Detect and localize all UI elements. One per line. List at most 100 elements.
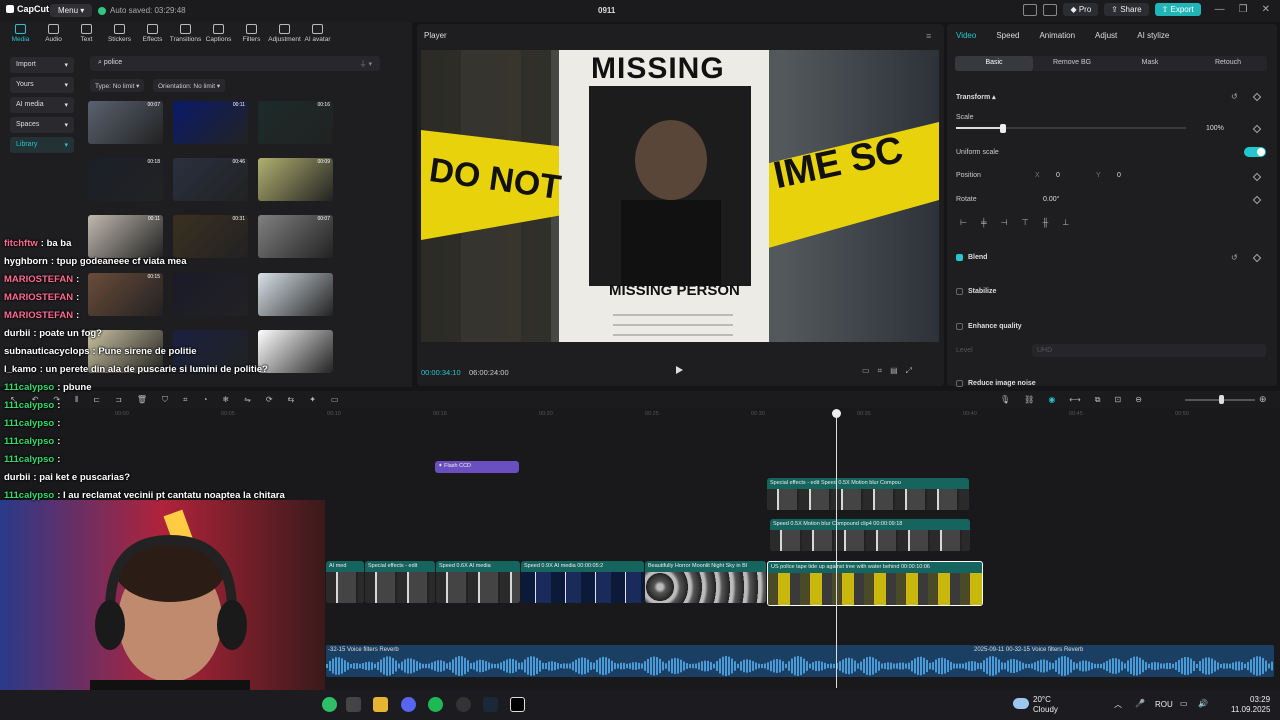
mic-tray-icon[interactable]: 🎤 <box>1135 699 1145 708</box>
share-button[interactable]: ⇪ Share <box>1104 3 1149 16</box>
layout-icon[interactable] <box>1023 3 1038 16</box>
tab-ai-stylize[interactable]: AI stylize <box>1137 31 1169 40</box>
freeze-icon[interactable]: ❄ <box>222 395 229 405</box>
shield-icon[interactable]: ⛉ <box>162 395 168 405</box>
align-right-icon[interactable]: ⊣ <box>1001 218 1008 227</box>
subtab-basic[interactable]: Basic <box>955 56 1033 71</box>
playhead-handle[interactable] <box>832 409 841 418</box>
tab-animation[interactable]: Animation <box>1039 31 1075 40</box>
fit-icon[interactable]: ⊡ <box>1114 395 1121 405</box>
crop-icon[interactable]: ⌗ <box>878 366 883 376</box>
tool-adjustment[interactable]: Adjustment <box>268 24 301 43</box>
subtab-mask[interactable]: Mask <box>1111 56 1189 71</box>
media-thumbnail[interactable]: 00:11 <box>88 215 163 258</box>
subtab-retouch[interactable]: Retouch <box>1189 56 1267 71</box>
align-middle-icon[interactable]: ╫ <box>1043 218 1049 227</box>
quality-icon[interactable]: ▤ <box>890 366 898 376</box>
main-clip-selected[interactable]: US police tape tide up against tree with… <box>767 561 983 606</box>
main-clip[interactable]: Beautifully Horror Moonlit Night Sky in … <box>645 561 766 603</box>
volume-icon[interactable]: 🔊 <box>1198 699 1208 708</box>
tab-video[interactable]: Video <box>956 31 976 40</box>
pos-x-input[interactable]: 0 <box>1056 172 1060 179</box>
discord-icon[interactable] <box>401 697 416 712</box>
align-bottom-icon[interactable]: ⊥ <box>1062 218 1069 227</box>
audio-track[interactable]: -32-15 Voice filters Reverb 2025-09-11 0… <box>326 645 1274 677</box>
tab-adjust[interactable]: Adjust <box>1095 31 1117 40</box>
tool-text[interactable]: Text <box>70 24 103 43</box>
main-clip[interactable]: Speed 0.6X AI media <box>436 561 520 603</box>
ratio-icon[interactable]: ▭ <box>862 366 870 376</box>
fullscreen-icon[interactable]: ⤢ <box>906 366 912 376</box>
shortcuts-icon[interactable] <box>1043 3 1058 16</box>
reduce-noise-checkbox[interactable] <box>956 380 963 387</box>
pro-button[interactable]: ◆ Pro <box>1063 3 1099 16</box>
media-thumbnail[interactable] <box>258 330 333 373</box>
tool-stickers[interactable]: Stickers <box>103 24 136 43</box>
filter-icon[interactable]: ⏚ ▾ <box>360 59 372 69</box>
zoom-slider-handle[interactable] <box>1219 395 1224 404</box>
chevron-up-icon[interactable]: ︿ <box>1114 699 1122 710</box>
folder-icon[interactable] <box>373 697 388 712</box>
split-left-icon[interactable]: ⊏ <box>93 395 100 405</box>
link-icon[interactable]: ⛓ <box>1024 395 1034 405</box>
search-input[interactable]: ⌕ police ⏚ ▾ <box>90 56 380 71</box>
tool-effects[interactable]: Effects <box>136 24 169 43</box>
media-thumbnail[interactable]: 00:18 <box>88 158 163 201</box>
sidenav-item-import[interactable]: Import ▾ <box>10 57 74 73</box>
transform-label[interactable]: Transform ▴ <box>956 93 996 101</box>
media-thumbnail[interactable]: 00:07 <box>88 101 163 144</box>
sidenav-item-yours[interactable]: Yours ▾ <box>10 77 74 93</box>
steam-icon[interactable] <box>483 697 498 712</box>
sidenav-item-ai-media[interactable]: AI media ▾ <box>10 97 74 113</box>
tool-media[interactable]: Media <box>4 24 37 43</box>
rotate-tool-icon[interactable]: ⟳ <box>266 395 273 405</box>
mirror-icon[interactable]: ⇋ <box>244 395 251 405</box>
tool-filters[interactable]: Filters <box>235 24 268 43</box>
blend-checkbox[interactable] <box>956 254 963 261</box>
compound-clip-upper2[interactable]: Speed 0.5X Motion blur Compound clip4 00… <box>770 519 970 551</box>
split-icon[interactable]: ⫴ <box>75 395 78 405</box>
tool-transitions[interactable]: Transitions <box>169 24 202 43</box>
project-title[interactable]: 0911 <box>598 6 615 15</box>
weather-temp[interactable]: 20°C <box>1033 695 1051 704</box>
magnet-icon[interactable]: ◉ <box>1048 395 1055 405</box>
media-thumbnail[interactable]: 00:15 <box>88 273 163 316</box>
blend-reset-icon[interactable]: ↺ <box>1231 253 1238 262</box>
align-center-icon[interactable]: ╪ <box>981 218 987 227</box>
media-thumbnail[interactable]: 00:31 <box>173 215 248 258</box>
main-clip[interactable]: AI med <box>326 561 364 603</box>
tab-speed[interactable]: Speed <box>996 31 1019 40</box>
playhead[interactable] <box>836 410 837 688</box>
spotify-icon[interactable] <box>428 697 443 712</box>
tool-audio[interactable]: Audio <box>37 24 70 43</box>
language-indicator[interactable]: ROU <box>1155 700 1173 709</box>
enhance-checkbox[interactable] <box>956 323 963 330</box>
align-top-icon[interactable]: ⊤ <box>1022 218 1029 227</box>
obs-icon[interactable] <box>456 697 471 712</box>
orientation-filter[interactable]: Orientation: No limit ▾ <box>153 79 226 92</box>
split-right-icon[interactable]: ⊐ <box>115 395 122 405</box>
reset-icon[interactable]: ↺ <box>1231 92 1238 101</box>
reverse-icon[interactable]: ⇆ <box>288 395 295 405</box>
play-icon[interactable] <box>676 366 683 374</box>
rotate-input[interactable]: 0.00° <box>1043 196 1059 203</box>
delete-icon[interactable]: 🗑 <box>137 395 147 405</box>
clock-time[interactable]: 03:29 <box>1250 695 1270 704</box>
app-icon[interactable] <box>322 697 337 712</box>
pos-y-input[interactable]: 0 <box>1117 172 1121 179</box>
stabilize-checkbox[interactable] <box>956 288 963 295</box>
timeline-ruler[interactable]: 00:00 00:05 00:10 00:15 00:20 00:25 00:30 00:35… <box>115 410 1275 420</box>
zoom-out-icon[interactable]: ⊖ <box>1135 395 1142 405</box>
media-thumbnail[interactable]: 00:46 <box>173 158 248 201</box>
player-menu-icon[interactable]: ≡ <box>926 31 931 41</box>
align-left-icon[interactable]: ⊢ <box>960 218 967 227</box>
level-select[interactable]: UHD <box>1032 344 1266 357</box>
weather-desc[interactable]: Cloudy <box>1033 705 1058 714</box>
subtab-remove-bg[interactable]: Remove BG <box>1033 56 1111 71</box>
export-button[interactable]: ⇧ Export <box>1154 3 1201 16</box>
effect-clip-flash[interactable]: ✦ Flash CCD <box>435 461 519 473</box>
uniform-scale-toggle[interactable] <box>1244 147 1266 157</box>
tool-captions[interactable]: Captions <box>202 24 235 43</box>
media-thumbnail[interactable]: 00:07 <box>258 215 333 258</box>
main-clip[interactable]: Special effects - edit <box>365 561 435 603</box>
